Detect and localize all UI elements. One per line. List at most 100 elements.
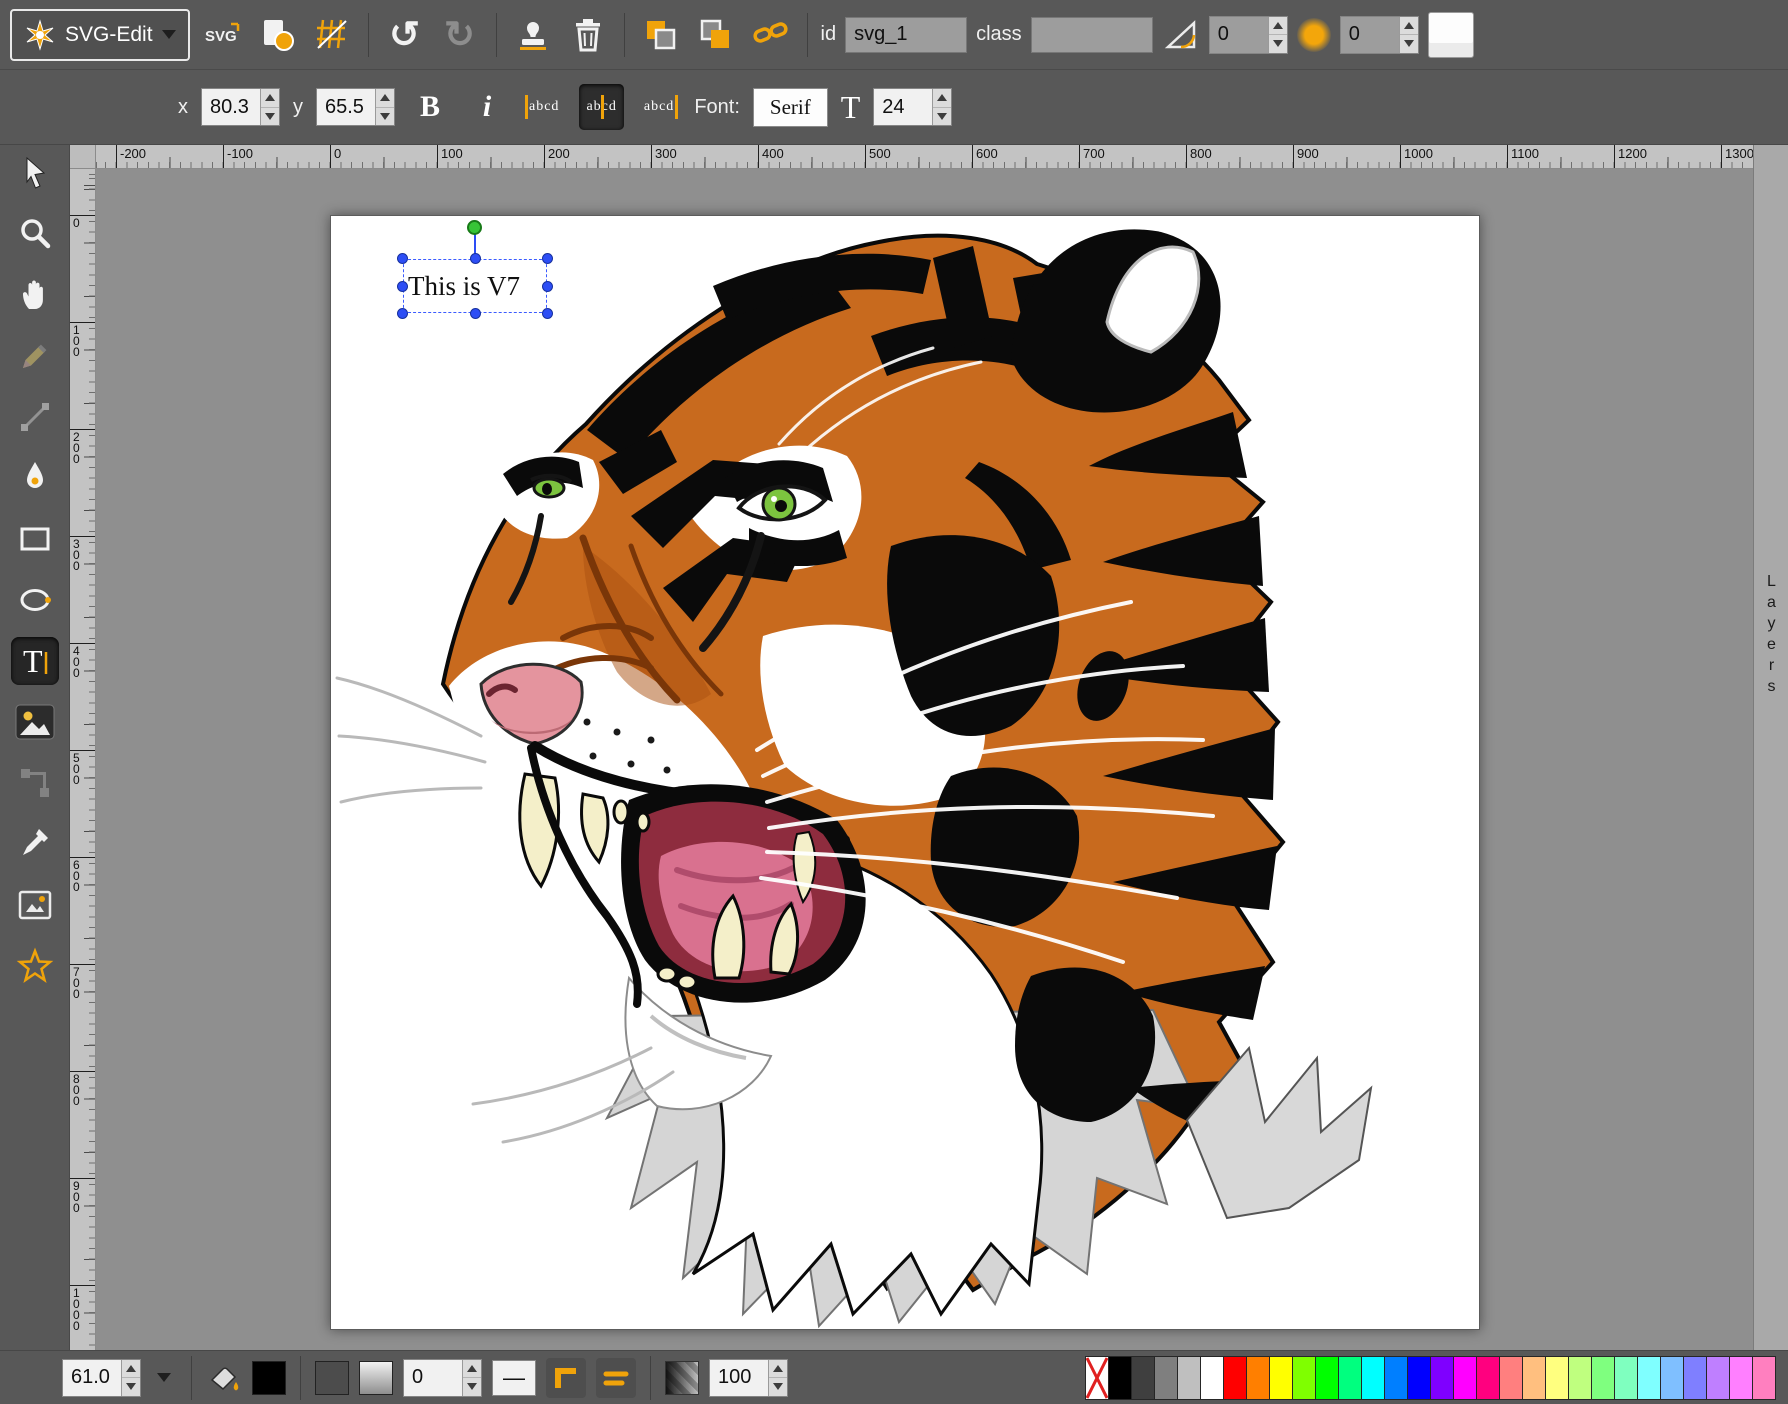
palette-swatch[interactable] <box>1131 1356 1155 1400</box>
zoom-input[interactable] <box>63 1360 121 1396</box>
clone-button[interactable] <box>510 12 556 58</box>
blur-input[interactable] <box>1341 17 1399 53</box>
blur-step-down[interactable] <box>1400 34 1418 53</box>
move-to-bottom-button[interactable] <box>638 12 684 58</box>
font-size-input[interactable] <box>874 89 932 125</box>
palette-swatch[interactable] <box>1177 1356 1201 1400</box>
delete-button[interactable] <box>565 12 611 58</box>
tool-select[interactable] <box>11 149 59 197</box>
palette-swatch[interactable] <box>1246 1356 1270 1400</box>
zoom-step-up[interactable] <box>122 1360 140 1378</box>
zoom-step-down[interactable] <box>122 1377 140 1396</box>
palette-swatch[interactable] <box>1292 1356 1316 1400</box>
palette-swatch[interactable] <box>1476 1356 1500 1400</box>
palette-swatch[interactable] <box>1660 1356 1684 1400</box>
tool-path[interactable] <box>11 454 59 502</box>
resize-grip-ne[interactable] <box>542 253 553 264</box>
move-to-top-button[interactable] <box>693 12 739 58</box>
stroke-color-swatch[interactable] <box>315 1361 349 1395</box>
document-properties-button[interactable] <box>254 12 300 58</box>
svg-canvas[interactable]: This is V7 <box>330 215 1480 1330</box>
tool-image[interactable] <box>11 698 59 746</box>
opacity-step-down[interactable] <box>769 1377 787 1396</box>
resize-grip-e[interactable] <box>542 281 553 292</box>
palette-swatch[interactable] <box>1545 1356 1569 1400</box>
bold-button[interactable]: B <box>408 84 452 130</box>
palette-swatch[interactable] <box>1108 1356 1132 1400</box>
resize-grip-sw[interactable] <box>397 308 408 319</box>
tiger-artwork[interactable] <box>331 216 1481 1331</box>
stroke-width-input[interactable] <box>404 1360 462 1396</box>
tool-pan[interactable] <box>11 271 59 319</box>
source-editor-button[interactable]: SVG <box>199 12 245 58</box>
undo-button[interactable]: ↺ <box>382 12 428 58</box>
palette-swatch[interactable] <box>1200 1356 1224 1400</box>
palette-swatch[interactable] <box>1223 1356 1247 1400</box>
text-anchor-end-button[interactable]: abcd <box>637 84 681 130</box>
fill-color-swatch[interactable] <box>252 1361 286 1395</box>
palette-swatch[interactable] <box>1384 1356 1408 1400</box>
layers-panel-toggle[interactable]: Layers <box>1753 145 1788 1350</box>
rotate-grip[interactable] <box>467 220 482 235</box>
y-input[interactable] <box>317 89 375 125</box>
tool-star[interactable] <box>11 942 59 990</box>
palette-none-swatch[interactable] <box>1085 1356 1109 1400</box>
stroke-width-step-up[interactable] <box>463 1360 481 1378</box>
y-step-up[interactable] <box>376 89 394 107</box>
zoom-presets-button[interactable] <box>151 1360 177 1396</box>
italic-button[interactable]: i <box>465 84 509 130</box>
palette-swatch[interactable] <box>1407 1356 1431 1400</box>
tool-pencil[interactable] <box>11 332 59 380</box>
resize-grip-n[interactable] <box>470 253 481 264</box>
font-size-step-up[interactable] <box>933 89 951 107</box>
element-class-input[interactable] <box>1031 17 1153 53</box>
text-anchor-middle-button[interactable]: abcd <box>579 84 623 130</box>
opacity-step-up[interactable] <box>769 1360 787 1378</box>
palette-swatch[interactable] <box>1591 1356 1615 1400</box>
text-color-swatch[interactable] <box>1428 12 1474 58</box>
tool-ellipse[interactable] <box>11 576 59 624</box>
blur-step-up[interactable] <box>1400 17 1418 35</box>
palette-swatch[interactable] <box>1683 1356 1707 1400</box>
tool-text[interactable]: T <box>11 637 59 685</box>
y-step-down[interactable] <box>376 107 394 126</box>
palette-swatch[interactable] <box>1361 1356 1385 1400</box>
font-family-button[interactable]: Serif <box>753 88 828 127</box>
selection-box[interactable]: This is V7 <box>403 259 547 313</box>
redo-button[interactable]: ↻ <box>437 12 483 58</box>
angle-step-up[interactable] <box>1269 17 1287 35</box>
palette-swatch[interactable] <box>1315 1356 1339 1400</box>
element-id-input[interactable] <box>845 17 967 53</box>
x-step-down[interactable] <box>261 107 279 126</box>
palette-swatch[interactable] <box>1752 1356 1776 1400</box>
palette-swatch[interactable] <box>1637 1356 1661 1400</box>
palette-swatch[interactable] <box>1729 1356 1753 1400</box>
opacity-input[interactable] <box>710 1360 768 1396</box>
stroke-gradient-swatch[interactable] <box>359 1361 393 1395</box>
resize-grip-w[interactable] <box>397 281 408 292</box>
linecap-button[interactable] <box>596 1358 636 1398</box>
palette-swatch[interactable] <box>1154 1356 1178 1400</box>
palette-swatch[interactable] <box>1706 1356 1730 1400</box>
main-menu-button[interactable]: SVG-Edit <box>10 9 190 61</box>
palette-swatch[interactable] <box>1430 1356 1454 1400</box>
palette-swatch[interactable] <box>1269 1356 1293 1400</box>
tool-connector[interactable] <box>11 759 59 807</box>
text-anchor-start-button[interactable]: abcd <box>522 84 566 130</box>
font-size-step-down[interactable] <box>933 107 951 126</box>
tool-zoom[interactable] <box>11 210 59 258</box>
tool-eyedropper[interactable] <box>11 820 59 868</box>
x-step-up[interactable] <box>261 89 279 107</box>
selected-text-element[interactable]: This is V7 <box>408 260 548 314</box>
linejoin-button[interactable] <box>546 1358 586 1398</box>
rotation-angle-input[interactable] <box>1210 17 1268 53</box>
palette-swatch[interactable] <box>1568 1356 1592 1400</box>
resize-grip-s[interactable] <box>470 308 481 319</box>
angle-step-down[interactable] <box>1269 34 1287 53</box>
make-link-button[interactable] <box>748 12 794 58</box>
palette-swatch[interactable] <box>1499 1356 1523 1400</box>
tool-shape-library[interactable] <box>11 881 59 929</box>
palette-swatch[interactable] <box>1614 1356 1638 1400</box>
palette-swatch[interactable] <box>1453 1356 1477 1400</box>
resize-grip-nw[interactable] <box>397 253 408 264</box>
